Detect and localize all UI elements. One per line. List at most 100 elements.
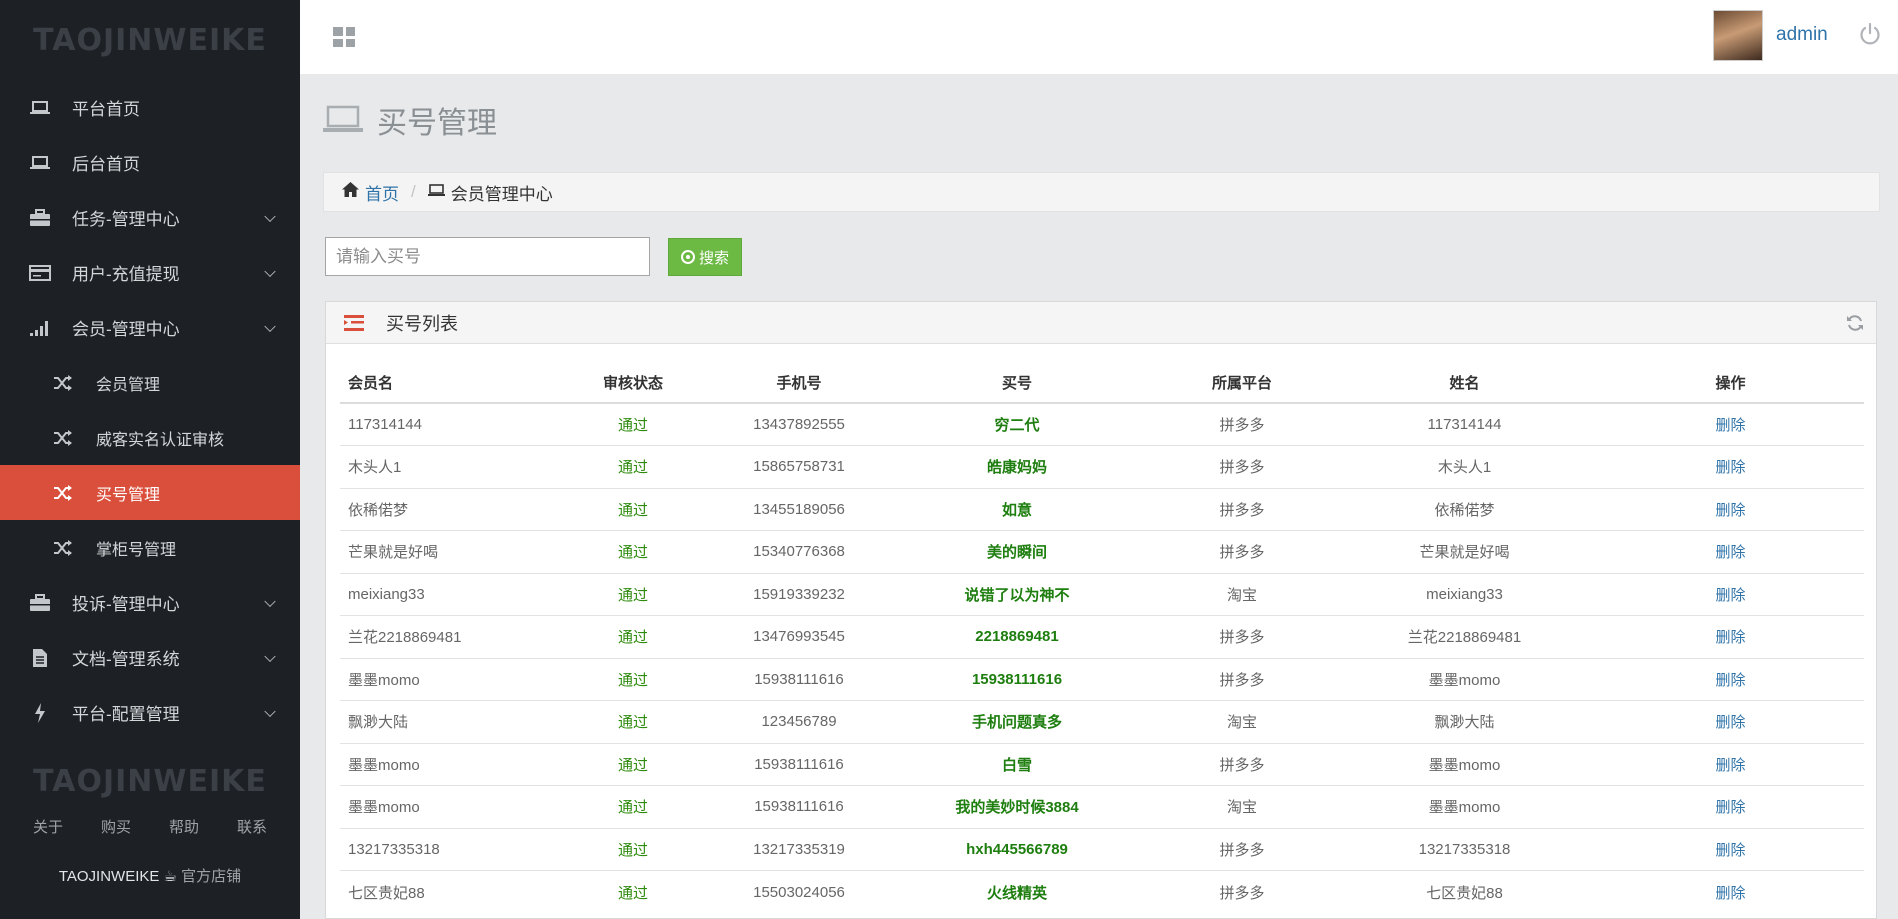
- cell-name: 依稀偌梦: [1332, 487, 1597, 531]
- cell-account: 火线精英: [882, 870, 1152, 913]
- cell-account: hxh445566789: [882, 827, 1152, 871]
- cell-account: 美的瞬间: [882, 530, 1152, 573]
- cell-phone: 15919339232: [716, 572, 882, 616]
- sidebar-item-label: 用户-充值提现: [72, 265, 180, 284]
- shop-name: TAOJINWEIKE: [58, 868, 160, 885]
- cell-phone: 13437892555: [716, 402, 882, 446]
- delete-link[interactable]: 删除: [1715, 842, 1745, 859]
- cell-status: 通过: [550, 785, 716, 828]
- shuffle-icon: [52, 538, 74, 558]
- cell-phone: 15938111616: [716, 742, 882, 786]
- delete-link[interactable]: 删除: [1715, 885, 1745, 902]
- home-icon: [342, 182, 359, 202]
- cell-platform: 拼多多: [1152, 657, 1332, 701]
- cell-account: 如意: [882, 487, 1152, 531]
- footer-link-contact[interactable]: 联系: [237, 816, 267, 837]
- table-row: 木头人1 通过 15865758731 皓康妈妈 拼多多 木头人1 删除: [340, 445, 1864, 488]
- cell-phone: 15938111616: [716, 785, 882, 828]
- sidebar-item-config[interactable]: 平台-配置管理: [0, 685, 300, 740]
- cell-account: 2218869481: [882, 615, 1152, 658]
- briefcase-icon: [28, 593, 52, 613]
- sidebar-item-admin-home[interactable]: 后台首页: [0, 135, 300, 190]
- delete-link[interactable]: 删除: [1715, 672, 1745, 689]
- sidebar-item-member-center[interactable]: 会员-管理中心: [0, 300, 300, 355]
- cell-name: 飘渺大陆: [1332, 700, 1597, 743]
- sidebar-subitem-buyer-account[interactable]: 买号管理: [0, 465, 300, 520]
- refresh-icon[interactable]: [1846, 314, 1864, 332]
- brand-logo: TAOJINWEIKE: [33, 22, 267, 58]
- sidebar-item-recharge[interactable]: 用户-充值提现: [0, 245, 300, 300]
- cell-name: 木头人1: [1332, 445, 1597, 488]
- delete-link[interactable]: 删除: [1715, 502, 1745, 519]
- cell-platform: 拼多多: [1152, 615, 1332, 658]
- cell-platform: 拼多多: [1152, 487, 1332, 531]
- cell-status: 通过: [550, 657, 716, 701]
- cell-name: 七区贵妃88: [1332, 870, 1597, 913]
- search-input[interactable]: [325, 237, 650, 276]
- cell-name: 117314144: [1332, 402, 1597, 446]
- avatar[interactable]: [1713, 10, 1763, 61]
- delete-link[interactable]: 删除: [1715, 629, 1745, 646]
- column-header-platform: 所属平台: [1152, 362, 1332, 404]
- cell-member: 飘渺大陆: [340, 700, 550, 743]
- cell-action: 删除: [1597, 700, 1864, 743]
- sidebar-item-complaint-center[interactable]: 投诉-管理中心: [0, 575, 300, 630]
- power-icon[interactable]: [1859, 22, 1881, 46]
- shop-label: 官方店铺: [181, 868, 242, 885]
- delete-link[interactable]: 删除: [1715, 544, 1745, 561]
- sidebar-subitem-shop-account[interactable]: 掌柜号管理: [0, 520, 300, 575]
- official-shop-link[interactable]: TAOJINWEIKE ☕ 官方店铺: [0, 865, 300, 886]
- footer-link-buy[interactable]: 购买: [101, 816, 131, 837]
- document-icon: [28, 648, 52, 668]
- cell-name: 兰花2218869481: [1332, 615, 1597, 658]
- sidebar-item-label: 投诉-管理中心: [72, 595, 180, 614]
- coffee-icon: ☕: [163, 868, 177, 885]
- sidebar-item-label: 文档-管理系统: [72, 650, 180, 669]
- sidebar-subitem-member-manage[interactable]: 会员管理: [0, 355, 300, 410]
- cell-status: 通过: [550, 445, 716, 488]
- column-header-name: 姓名: [1332, 362, 1597, 404]
- sidebar-subitem-label: 买号管理: [96, 486, 161, 504]
- cell-action: 删除: [1597, 615, 1864, 658]
- footer-link-about[interactable]: 关于: [33, 816, 63, 837]
- table-row: 依稀偌梦 通过 13455189056 如意 拼多多 依稀偌梦 删除: [340, 487, 1864, 531]
- cell-member: 兰花2218869481: [340, 615, 550, 658]
- search-button[interactable]: 搜索: [668, 238, 742, 276]
- column-header-member: 会员名: [340, 362, 550, 404]
- cell-account: 15938111616: [882, 657, 1152, 701]
- laptop-icon: [427, 182, 445, 202]
- sidebar-item-task-center[interactable]: 任务-管理中心: [0, 190, 300, 245]
- table-row: meixiang33 通过 15919339232 说错了以为神不 淘宝 mei…: [340, 572, 1864, 616]
- footer-link-help[interactable]: 帮助: [169, 816, 199, 837]
- cell-platform: 拼多多: [1152, 445, 1332, 488]
- sidebar-item-label: 会员-管理中心: [72, 320, 180, 339]
- delete-link[interactable]: 删除: [1715, 587, 1745, 604]
- sidebar-subitem-realname-audit[interactable]: 威客实名认证审核: [0, 410, 300, 465]
- chevron-down-icon: [264, 595, 276, 607]
- table-row: 七区贵妃88 通过 15503024056 火线精英 拼多多 七区贵妃88 删除: [340, 870, 1864, 913]
- table-row: 兰花2218869481 通过 13476993545 2218869481 拼…: [340, 615, 1864, 658]
- sidebar-nav: 平台首页 后台首页 任务-管理中心 用户-充值提现 会员-管理中心 会员管理 威…: [0, 80, 300, 740]
- panel-title: 买号列表: [386, 313, 458, 334]
- sidebar-subitem-label: 威客实名认证审核: [96, 431, 225, 449]
- menu-toggle-icon[interactable]: [333, 27, 355, 47]
- breadcrumb-current: 会员管理中心: [450, 184, 553, 204]
- sidebar-item-documents[interactable]: 文档-管理系统: [0, 630, 300, 685]
- username-link[interactable]: admin: [1776, 24, 1828, 46]
- delete-link[interactable]: 删除: [1715, 417, 1745, 434]
- cell-action: 删除: [1597, 870, 1864, 913]
- delete-link[interactable]: 删除: [1715, 459, 1745, 476]
- breadcrumb-home-link[interactable]: 首页: [365, 180, 399, 205]
- delete-link[interactable]: 删除: [1715, 757, 1745, 774]
- cell-status: 通过: [550, 487, 716, 531]
- cell-account: 手机问题真多: [882, 700, 1152, 743]
- sidebar-item-platform-home[interactable]: 平台首页: [0, 80, 300, 135]
- cell-phone: 15503024056: [716, 870, 882, 913]
- delete-link[interactable]: 删除: [1715, 714, 1745, 731]
- column-header-phone: 手机号: [716, 362, 882, 404]
- cell-platform: 淘宝: [1152, 785, 1332, 828]
- cell-platform: 拼多多: [1152, 742, 1332, 786]
- delete-link[interactable]: 删除: [1715, 799, 1745, 816]
- chevron-down-icon: [264, 320, 276, 332]
- cell-member: 七区贵妃88: [340, 870, 550, 913]
